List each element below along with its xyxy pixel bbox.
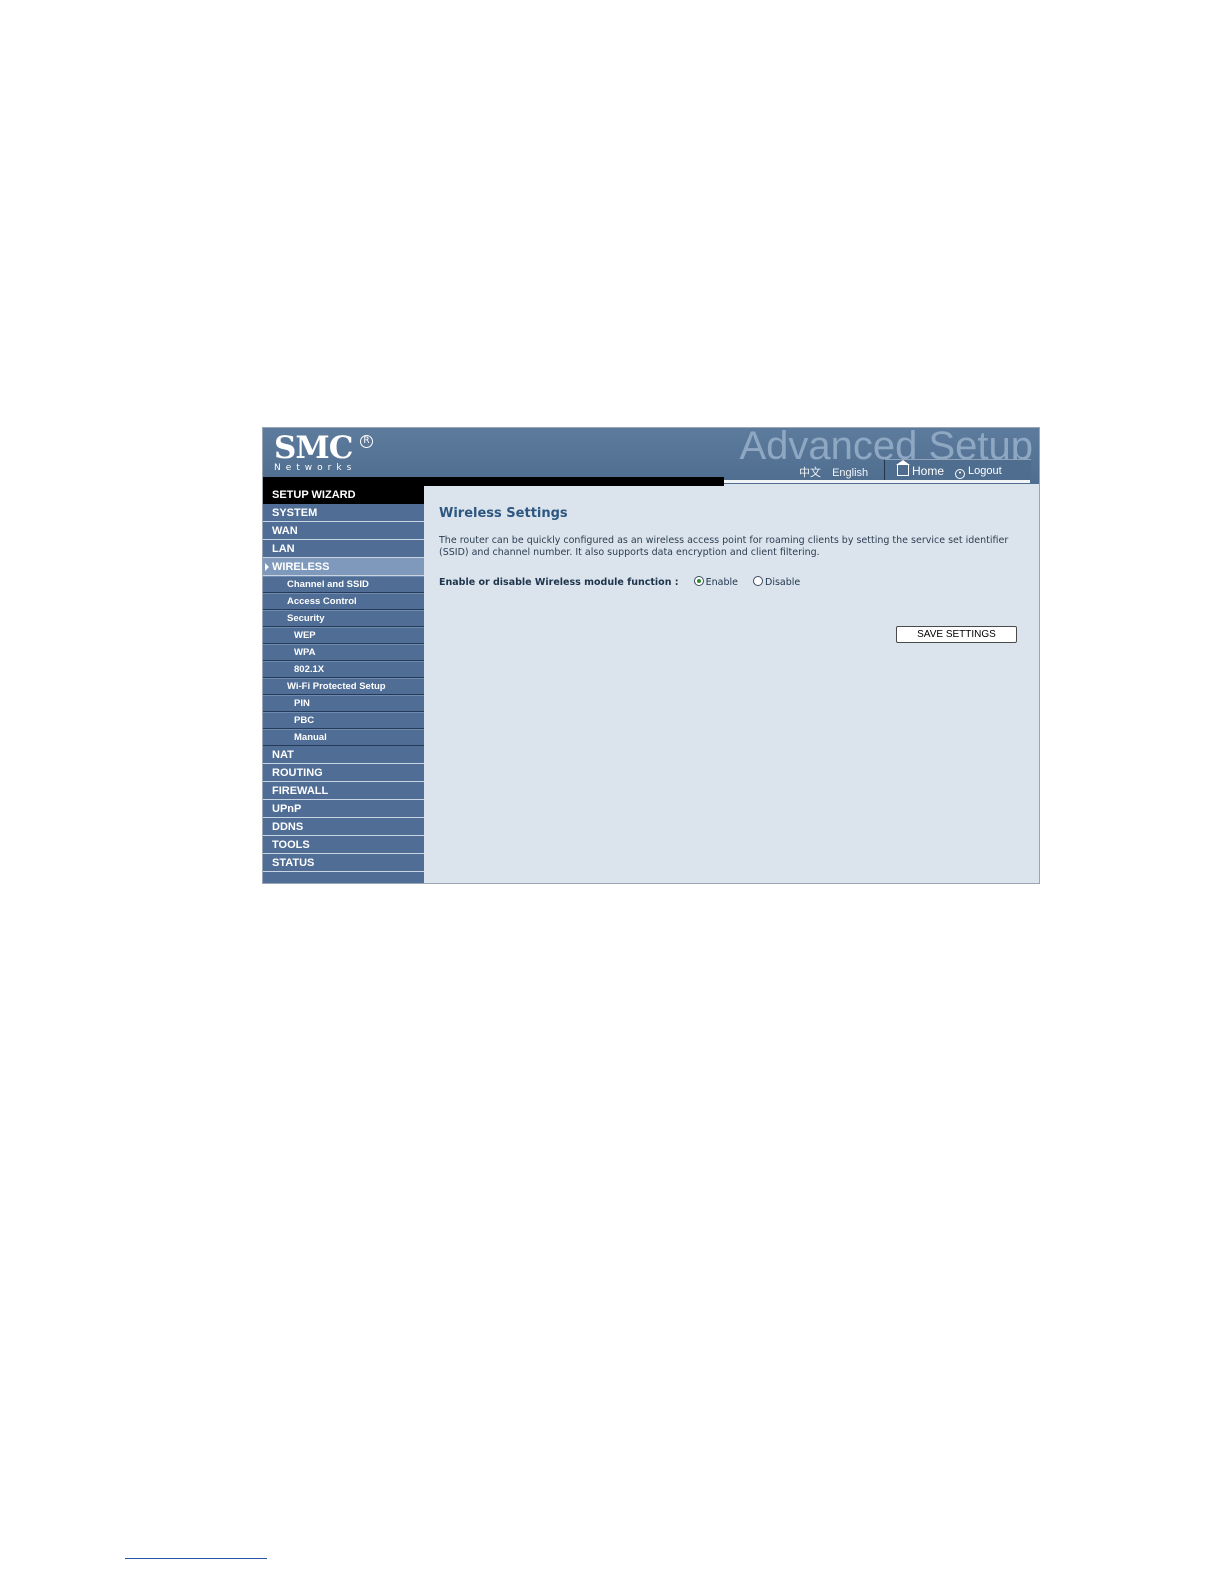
sidebar-item-tools[interactable]: TOOLS	[263, 836, 424, 854]
logout-icon: •	[955, 469, 965, 479]
sidebar-item-wpa[interactable]: WPA	[263, 644, 424, 661]
logout-link[interactable]: • Logout	[955, 465, 1002, 479]
top-nav: Home • Logout	[884, 459, 1031, 482]
disable-radio-indicator[interactable]	[753, 576, 763, 586]
sidebar-item-wep[interactable]: WEP	[263, 627, 424, 644]
disable-radio[interactable]: Disable	[753, 575, 800, 588]
footer-rule	[125, 1558, 267, 1559]
home-label: Home	[912, 464, 945, 478]
enable-radio-indicator[interactable]	[693, 576, 704, 586]
language-bar: 中文 English	[799, 464, 876, 480]
enable-radio[interactable]: Enable	[693, 575, 738, 588]
sidebar-menu: SETUP WIZARD SYSTEM WAN LAN WIRELESS Cha…	[263, 486, 424, 883]
active-arrow-icon	[265, 563, 269, 571]
sidebar-item-access-control[interactable]: Access Control	[263, 593, 424, 610]
sidebar-item-upnp[interactable]: UPnP	[263, 800, 424, 818]
sidebar-item-firewall[interactable]: FIREWALL	[263, 782, 424, 800]
sidebar-item-8021x[interactable]: 802.1X	[263, 661, 424, 678]
header-bar: SMC R Networks Advanced Setup 中文 English…	[263, 428, 1039, 486]
sidebar-item-routing[interactable]: ROUTING	[263, 764, 424, 782]
header-divider	[263, 477, 724, 486]
sidebar-item-security[interactable]: Security	[263, 610, 424, 627]
brand-subtitle: Networks	[274, 463, 357, 473]
sidebar-item-wireless-label: WIRELESS	[272, 561, 330, 573]
save-settings-button[interactable]: SAVE SETTINGS	[896, 626, 1017, 643]
content-panel: Wireless Settings The router can be quic…	[424, 486, 1039, 883]
sidebar-item-manual[interactable]: Manual	[263, 729, 424, 746]
brand-name: SMC	[274, 430, 353, 466]
language-chinese-link[interactable]: 中文	[799, 467, 821, 479]
sidebar-item-lan[interactable]: LAN	[263, 540, 424, 558]
language-english-link[interactable]: English	[832, 467, 868, 479]
sidebar-item-wan[interactable]: WAN	[263, 522, 424, 540]
sidebar-item-ddns[interactable]: DDNS	[263, 818, 424, 836]
enable-radio-label: Enable	[705, 577, 738, 588]
home-icon	[896, 460, 910, 476]
sidebar-item-wireless[interactable]: WIRELESS	[263, 558, 424, 576]
sidebar-item-system[interactable]: SYSTEM	[263, 504, 424, 522]
page-title: Wireless Settings	[439, 506, 568, 521]
brand-logo: SMC R Networks	[274, 430, 373, 473]
wireless-function-row: Enable or disable Wireless module functi…	[439, 575, 800, 588]
sidebar-item-channel-ssid[interactable]: Channel and SSID	[263, 576, 424, 593]
disable-radio-label: Disable	[765, 577, 801, 588]
sidebar-item-wps[interactable]: Wi-Fi Protected Setup	[263, 678, 424, 695]
sidebar-item-pin[interactable]: PIN	[263, 695, 424, 712]
sidebar-item-status[interactable]: STATUS	[263, 854, 424, 872]
sidebar-item-pbc[interactable]: PBC	[263, 712, 424, 729]
router-admin-window: SMC R Networks Advanced Setup 中文 English…	[262, 427, 1040, 884]
sidebar-item-setup-wizard[interactable]: SETUP WIZARD	[263, 486, 424, 504]
registered-mark: R	[360, 435, 373, 448]
page-description: The router can be quickly configured as …	[439, 535, 1009, 558]
header-highlight	[724, 480, 1030, 483]
logout-label: Logout	[968, 465, 1002, 477]
home-link[interactable]: Home	[896, 460, 945, 478]
sidebar-item-nat[interactable]: NAT	[263, 746, 424, 764]
wireless-function-label: Enable or disable Wireless module functi…	[439, 577, 679, 588]
